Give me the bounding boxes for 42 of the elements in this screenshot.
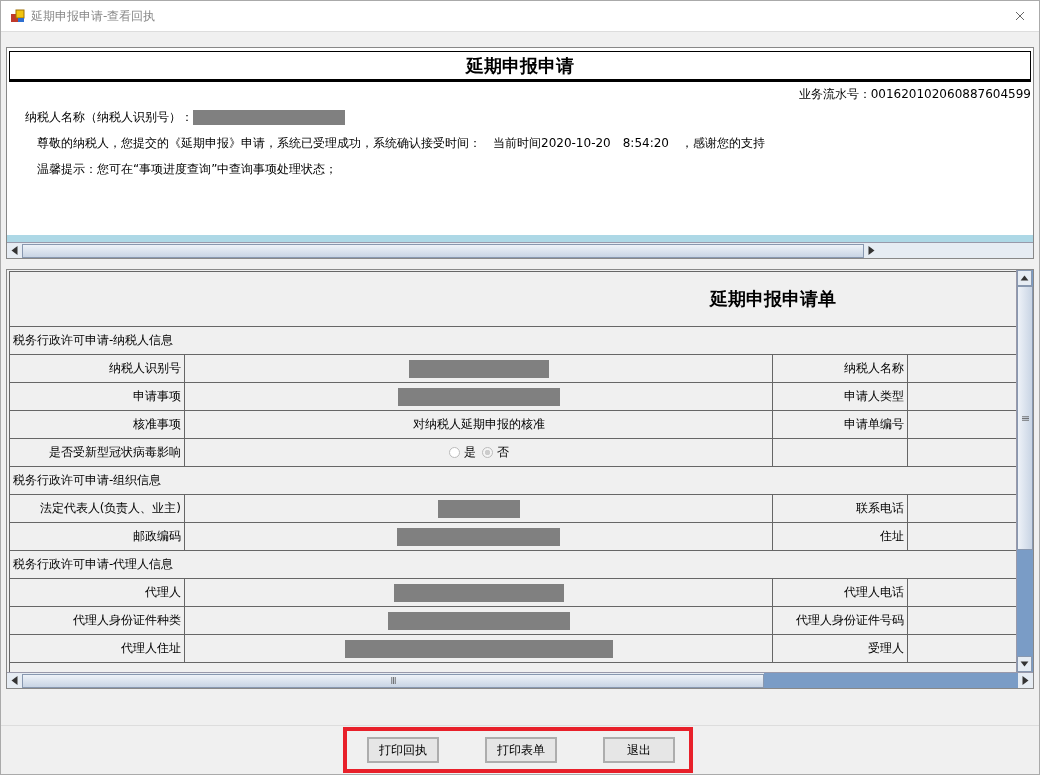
field-label: 申请单编号 (844, 416, 904, 433)
section-heading: 税务行政许可申请-组织信息 (13, 472, 162, 489)
section-heading: 税务行政许可申请-纳税人信息 (13, 332, 174, 349)
field-label: 纳税人识别号 (109, 360, 181, 377)
field-label: 纳税人名称 (844, 360, 904, 377)
grip-icon (389, 677, 397, 684)
field-label: 法定代表人(负责人、业主) (39, 500, 181, 517)
field-label: 受理人 (868, 640, 904, 657)
field-value: 对纳税人延期申报的核准 (412, 416, 545, 433)
app-icon (11, 9, 25, 23)
radio-button[interactable] (481, 447, 493, 458)
confirmation-message: 尊敬的纳税人，您提交的《延期申报》申请，系统已受理成功，系统确认接受时间： 当前时间2020-10-20 8:54:20 ，感谢您的支持 (36, 135, 766, 152)
field-label: 联系电话 (856, 500, 904, 517)
field-label: 住址 (880, 528, 904, 545)
field-label: 代理人电话 (844, 584, 904, 601)
radio-button[interactable] (448, 447, 460, 458)
field-label: 代理人身份证件种类 (73, 612, 181, 629)
section-heading: 税务行政许可申请-代理人信息 (13, 556, 174, 573)
radio-label: 否 (496, 444, 509, 461)
window-title: 延期申报申请-查看回执 (31, 7, 156, 25)
field-label: 代理人 (145, 584, 181, 601)
exit-button[interactable]: 退出 (602, 737, 675, 763)
tip-text: 温馨提示：您可在“事项进度查询”中查询事项处理状态； (36, 161, 339, 178)
print-button[interactable]: 打印回执 (366, 737, 439, 763)
close-icon[interactable] (1015, 11, 1025, 21)
form-title: 延期申报申请单 (710, 287, 836, 311)
field-label: 申请人类型 (844, 388, 904, 405)
serial-number: 业务流水号：001620102060887604599 (798, 86, 1031, 103)
horizontal-scrollbar[interactable] (7, 672, 1033, 688)
field-label: 申请事项 (133, 388, 181, 405)
field-label: 是否受新型冠状病毒影响 (49, 444, 181, 461)
vertical-scrollbar[interactable] (1016, 270, 1033, 672)
field-label: 代理人身份证件号码 (796, 612, 904, 629)
field-label: 代理人住址 (121, 640, 181, 657)
radio-label: 是 (463, 444, 476, 461)
print-button[interactable]: 打印表单 (484, 737, 557, 763)
field-label: 核准事项 (133, 416, 181, 433)
taxpayer-label: 纳税人名称（纳税人识别号）： (25, 109, 193, 126)
grip-icon (1021, 414, 1029, 422)
receipt-title: 延期申报申请 (9, 51, 1031, 82)
field-label: 邮政编码 (133, 528, 181, 545)
horizontal-scrollbar[interactable] (7, 242, 1033, 258)
